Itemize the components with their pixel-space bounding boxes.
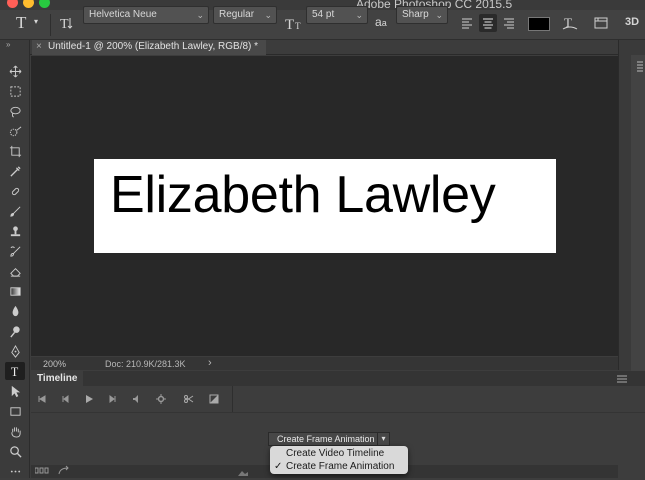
lasso-tool-icon[interactable] <box>5 102 25 120</box>
divider <box>232 386 233 412</box>
move-tool-icon[interactable] <box>5 62 25 80</box>
document-tab[interactable]: Untitled-1 @ 200% (Elizabeth Lawley, RGB… <box>32 40 267 55</box>
anti-alias-select[interactable]: Sharp ⌄ <box>396 6 448 24</box>
eyedropper-tool-icon[interactable] <box>5 162 25 180</box>
text-color-swatch[interactable] <box>528 17 550 31</box>
font-style-select[interactable]: Regular ⌄ <box>213 6 277 24</box>
close-tab-icon[interactable]: × <box>36 40 42 54</box>
panel-dock-collapsed <box>631 55 645 375</box>
menu-item-create-frame-animation[interactable]: ✓ Create Frame Animation <box>270 460 408 473</box>
svg-text:T: T <box>60 17 69 31</box>
zoom-tool-icon[interactable] <box>5 442 25 460</box>
timeline-header <box>31 371 645 386</box>
menu-item-label: Create Video Timeline <box>286 448 385 459</box>
collapse-panel-icon[interactable]: » <box>6 40 10 49</box>
text-orientation-icon[interactable]: T <box>58 15 74 34</box>
settings-gear-icon[interactable] <box>154 392 168 406</box>
font-size-icon: TT <box>285 15 303 34</box>
pen-tool-icon[interactable] <box>5 342 25 360</box>
marquee-tool-icon[interactable] <box>5 82 25 100</box>
create-timeline-menu: Create Video Timeline ✓ Create Frame Ani… <box>270 446 408 474</box>
panel-menu-icon[interactable] <box>617 374 627 386</box>
align-right-icon[interactable] <box>502 16 516 33</box>
divider <box>50 14 51 36</box>
next-frame-icon[interactable] <box>106 392 120 406</box>
previous-frame-icon[interactable] <box>58 392 72 406</box>
status-menu-arrow[interactable]: › <box>208 357 212 369</box>
anti-alias-icon: aa <box>375 15 387 29</box>
hand-tool-icon[interactable] <box>5 422 25 440</box>
align-left-icon[interactable] <box>460 16 474 33</box>
warp-text-icon[interactable]: T <box>562 15 578 34</box>
align-center-button[interactable] <box>479 14 497 32</box>
3d-button[interactable]: 3D <box>625 16 639 28</box>
character-panel-icon[interactable] <box>594 16 608 33</box>
svg-text:T: T <box>285 17 294 31</box>
panel-icon[interactable] <box>636 60 644 74</box>
type-tool-button[interactable]: T <box>5 362 25 380</box>
clone-stamp-tool-icon[interactable] <box>5 222 25 240</box>
divider <box>31 412 645 413</box>
play-icon[interactable] <box>82 392 96 406</box>
healing-brush-tool-icon[interactable] <box>5 182 25 200</box>
crop-tool-icon[interactable] <box>5 142 25 160</box>
chevron-down-icon[interactable]: ▾ <box>34 17 38 26</box>
menu-item-label: Create Frame Animation <box>286 461 395 472</box>
gradient-tool-icon[interactable] <box>5 282 25 300</box>
zoom-out-mountain-icon[interactable] <box>238 467 248 479</box>
zoom-level[interactable]: 200% <box>43 359 66 369</box>
font-family-select[interactable]: Helvetica Neue ⌄ <box>83 6 209 24</box>
split-scissors-icon[interactable] <box>182 392 196 406</box>
brush-tool-icon[interactable] <box>5 202 25 220</box>
svg-text:T: T <box>295 21 301 31</box>
eraser-tool-icon[interactable] <box>5 262 25 280</box>
transition-icon[interactable] <box>207 392 221 406</box>
dodge-tool-icon[interactable] <box>5 322 25 340</box>
frame-view-icon[interactable] <box>34 466 49 478</box>
document-size-info: Doc: 210.9K/281.3K <box>105 359 186 369</box>
rectangle-tool-icon[interactable] <box>5 402 25 420</box>
svg-text:T: T <box>10 365 18 378</box>
path-selection-tool-icon[interactable] <box>5 382 25 400</box>
timeline-tab[interactable]: Timeline <box>31 371 84 386</box>
blur-tool-icon[interactable] <box>5 302 25 320</box>
document-text-layer[interactable]: Elizabeth Lawley <box>110 165 496 225</box>
convert-icon[interactable] <box>58 465 70 478</box>
font-size-select[interactable]: 54 pt ⌄ <box>306 6 368 24</box>
history-brush-tool-icon[interactable] <box>5 242 25 260</box>
type-tool-icon[interactable]: T <box>16 13 26 33</box>
create-options-dropdown[interactable]: ▾ <box>377 432 390 446</box>
audio-icon[interactable] <box>130 392 144 406</box>
more-tools-icon[interactable] <box>5 462 25 480</box>
create-frame-animation-button[interactable]: Create Frame Animation <box>268 432 384 446</box>
first-frame-icon[interactable] <box>35 392 49 406</box>
menu-item-create-video-timeline[interactable]: Create Video Timeline <box>270 447 408 460</box>
quick-selection-tool-icon[interactable] <box>5 122 25 140</box>
checkmark-icon: ✓ <box>274 461 283 472</box>
